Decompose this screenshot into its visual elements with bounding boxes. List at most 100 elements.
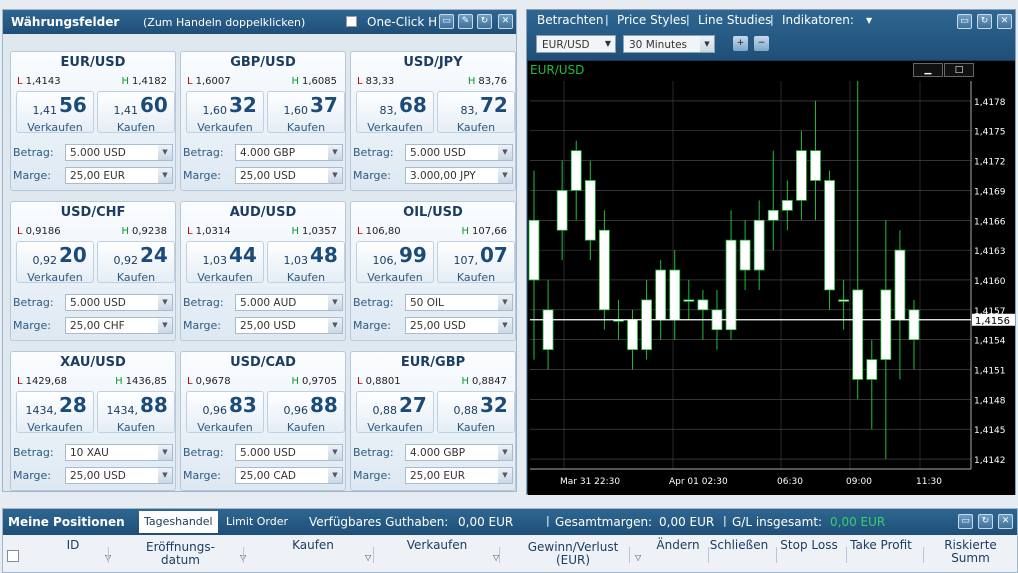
close-icon[interactable]: ✕: [998, 514, 1013, 529]
column-header[interactable]: Take Profit: [846, 539, 916, 552]
column-header[interactable]: Eröffnungs- datum: [113, 541, 248, 567]
margin-select[interactable]: 25,00 EUR ▼: [405, 467, 513, 484]
layout-icon[interactable]: ▭: [439, 14, 454, 29]
close-icon[interactable]: ✕: [997, 14, 1012, 29]
sell-button[interactable]: 0,96 83 Verkaufen: [186, 391, 264, 434]
amount-select[interactable]: 5.000 USD ▼: [65, 294, 173, 311]
menu-price-styles[interactable]: Price Styles: [617, 13, 686, 27]
low-price: L 0,8801: [357, 376, 401, 387]
chevron-down-icon[interactable]: ▼: [866, 16, 872, 25]
amount-select[interactable]: 4.000 GBP ▼: [405, 444, 513, 461]
column-header[interactable]: Kaufen: [253, 539, 373, 552]
amount-select[interactable]: 5.000 AUD ▼: [235, 294, 343, 311]
column-header[interactable]: Ändern: [653, 539, 703, 552]
sell-button[interactable]: 1,03 44 Verkaufen: [186, 241, 264, 284]
margin-label: Marge:: [183, 319, 222, 332]
close-icon[interactable]: ✕: [498, 14, 513, 29]
currency-card[interactable]: GBP/USD L 1,6007 H 1,6085 1,60 32 Verkaufen…: [180, 51, 346, 191]
zoom-out-icon[interactable]: −: [754, 36, 769, 51]
margin-select[interactable]: 25,00 EUR ▼: [65, 167, 173, 184]
buy-button[interactable]: 1,60 37 Kaufen: [267, 91, 345, 134]
sort-icon[interactable]: ▽: [365, 553, 371, 562]
x-tick-label: Apr 01 02:30: [669, 477, 728, 487]
sell-button[interactable]: 1,41 56 Verkaufen: [16, 91, 94, 134]
margin-label: Marge:: [353, 169, 392, 182]
currency-card[interactable]: EUR/GBP L 0,8801 H 0,8847 0,88 27 Verkaufen…: [350, 351, 516, 491]
refresh-icon[interactable]: ↻: [977, 14, 992, 29]
margin-select[interactable]: 25,00 USD ▼: [65, 467, 173, 484]
amount-select[interactable]: 5.000 USD ▼: [235, 444, 343, 461]
oneclick-checkbox[interactable]: [346, 16, 357, 27]
candle-body: [697, 299, 709, 311]
y-tick-label: 1,4151: [974, 367, 1006, 377]
buy-button[interactable]: 83, 72 Kaufen: [437, 91, 515, 134]
margin-select[interactable]: 25,00 USD ▼: [235, 167, 343, 184]
symbol-select[interactable]: EUR/USD ▼: [536, 35, 616, 53]
refresh-icon[interactable]: ↻: [978, 514, 993, 529]
currency-card[interactable]: USD/JPY L 83,33 H 83,76 83, 68 Verkaufen 83…: [350, 51, 516, 191]
sell-button[interactable]: 0,88 27 Verkaufen: [356, 391, 434, 434]
buy-button[interactable]: 0,88 32 Kaufen: [437, 391, 515, 434]
currency-card[interactable]: AUD/USD L 1,0314 H 1,0357 1,03 44 Verkaufen…: [180, 201, 346, 341]
currency-card[interactable]: EUR/USD L 1,4143 H 1,4182 1,41 56 Verkaufen…: [10, 51, 176, 191]
buy-button[interactable]: 1,03 48 Kaufen: [267, 241, 345, 284]
column-header[interactable]: Verkaufen: [373, 539, 501, 552]
chevron-down-icon: ▼: [328, 145, 342, 160]
amount-select[interactable]: 50 OIL ▼: [405, 294, 513, 311]
low-price: L 0,9678: [187, 376, 231, 387]
margin-select[interactable]: 25,00 USD ▼: [405, 317, 513, 334]
buy-button[interactable]: 107, 07 Kaufen: [437, 241, 515, 284]
amount-label: Betrag:: [13, 296, 54, 309]
sort-icon[interactable]: ▽: [635, 553, 641, 562]
tab-day-trade[interactable]: Tageshandel: [139, 511, 218, 533]
amount-label: Betrag:: [183, 146, 224, 159]
menu-view[interactable]: Betrachten: [537, 13, 604, 27]
menu-line-studies[interactable]: Line Studies: [698, 13, 771, 27]
margin-select[interactable]: 25,00 CHF ▼: [65, 317, 173, 334]
buy-button[interactable]: 1434, 88 Kaufen: [97, 391, 175, 434]
zoom-in-icon[interactable]: +: [733, 36, 748, 51]
amount-label: Betrag:: [13, 146, 54, 159]
layout-icon[interactable]: ▭: [958, 514, 973, 529]
candlestick-chart[interactable]: 1,4178 1,4175 1,4172 1,4169 1,4166 1,4163 1,41…: [528, 61, 1015, 495]
column-header[interactable]: Stop Loss: [776, 539, 842, 552]
column-header[interactable]: Schließen: [708, 539, 770, 552]
tab-limit-order[interactable]: Limit Order: [221, 511, 293, 533]
column-header[interactable]: Gewinn/Verlust (EUR): [503, 541, 643, 567]
candle-body: [528, 219, 540, 281]
sell-button[interactable]: 106, 99 Verkaufen: [356, 241, 434, 284]
layout-icon[interactable]: ▭: [957, 14, 972, 29]
margin-select[interactable]: 25,00 USD ▼: [235, 317, 343, 334]
candle-body: [838, 299, 850, 302]
candle-body: [908, 309, 920, 341]
amount-select[interactable]: 5.000 USD ▼: [405, 144, 513, 161]
timeframe-select[interactable]: 30 Minutes ▼: [623, 35, 715, 53]
amount-select[interactable]: 10 XAU ▼: [65, 444, 173, 461]
sell-button[interactable]: 1434, 28 Verkaufen: [16, 391, 94, 434]
currency-card[interactable]: OIL/USD L 106,80 H 107,66 106, 99 Verkaufen…: [350, 201, 516, 341]
wrench-icon[interactable]: ✎: [458, 14, 473, 29]
buy-button[interactable]: 0,96 88 Kaufen: [267, 391, 345, 434]
column-header[interactable]: ID: [33, 539, 113, 552]
menu-indicators[interactable]: Indikatoren:: [782, 13, 854, 27]
currency-card[interactable]: XAU/USD L 1429,68 H 1436,85 1434, 28 Verkau…: [10, 351, 176, 491]
sell-button[interactable]: 1,60 32 Verkaufen: [186, 91, 264, 134]
currency-card[interactable]: USD/CHF L 0,9186 H 0,9238 0,92 20 Verkaufen…: [10, 201, 176, 341]
candle-body: [556, 190, 568, 231]
sell-button[interactable]: 0,92 20 Verkaufen: [16, 241, 94, 284]
amount-select[interactable]: 4.000 GBP ▼: [235, 144, 343, 161]
low-price: L 1,0314: [187, 226, 231, 237]
currency-card[interactable]: USD/CAD L 0,9678 H 0,9705 0,96 83 Verkaufen…: [180, 351, 346, 491]
select-all-checkbox[interactable]: [7, 550, 19, 562]
sell-button[interactable]: 83, 68 Verkaufen: [356, 91, 434, 134]
chart-panel: Betrachten | Price Styles | Line Studies…: [526, 9, 1016, 495]
chevron-down-icon: ▼: [498, 468, 512, 483]
column-header[interactable]: Riskierte Summ: [923, 539, 1018, 565]
buy-button[interactable]: 0,92 24 Kaufen: [97, 241, 175, 284]
margin-select[interactable]: 25,00 CAD ▼: [235, 467, 343, 484]
amount-select[interactable]: 5.000 USD ▼: [65, 144, 173, 161]
refresh-icon[interactable]: ↻: [477, 14, 492, 29]
buy-button[interactable]: 1,41 60 Kaufen: [97, 91, 175, 134]
low-price: L 83,33: [357, 76, 395, 87]
margin-select[interactable]: 3.000,00 JPY ▼: [405, 167, 513, 184]
